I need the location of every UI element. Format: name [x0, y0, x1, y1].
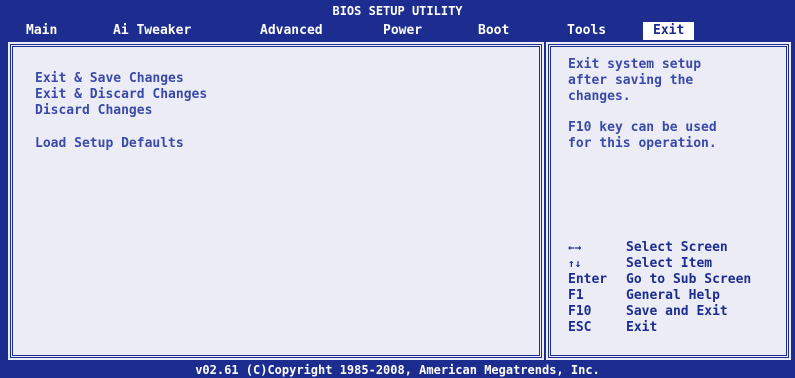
discard-changes-item[interactable]: Discard Changes — [35, 103, 207, 119]
tab-advanced[interactable]: Advanced — [260, 22, 323, 40]
top-bar: BIOS SETUP UTILITY Main Ai Tweaker Advan… — [0, 0, 795, 40]
key-name: ESC — [568, 320, 592, 335]
key-row-esc: ESC Exit — [568, 320, 751, 336]
key-name: F1 — [568, 288, 584, 303]
key-desc: Select Screen — [626, 240, 728, 255]
key-legend: ←→ Select Screen ↑↓ Select Item Enter Go to… — [568, 240, 751, 336]
bios-screen: BIOS SETUP UTILITY Main Ai Tweaker Advan… — [0, 0, 795, 378]
up-down-arrows-icon: ↑↓ — [568, 257, 582, 270]
tab-ai-tweaker[interactable]: Ai Tweaker — [113, 22, 191, 40]
tab-main[interactable]: Main — [26, 22, 57, 40]
key-desc: Save and Exit — [626, 304, 728, 319]
key-desc: Go to Sub Screen — [626, 272, 752, 287]
key-row-select-item: ↑↓ Select Item — [568, 256, 751, 272]
tab-boot[interactable]: Boot — [478, 22, 509, 40]
help-note: F10 key can be used for this operation. — [568, 120, 717, 151]
key-name: F10 — [568, 304, 592, 319]
help-description: Exit system setup after saving the chang… — [568, 57, 702, 104]
key-row-f1: F1 General Help — [568, 288, 751, 304]
key-row-enter: Enter Go to Sub Screen — [568, 272, 751, 288]
exit-discard-changes-item[interactable]: Exit & Discard Changes — [35, 87, 207, 103]
menu-spacer — [35, 119, 207, 136]
key-desc: Select Item — [626, 256, 713, 271]
utility-title: BIOS SETUP UTILITY — [332, 4, 463, 18]
key-name: Enter — [568, 272, 608, 287]
exit-save-changes-item[interactable]: Exit & Save Changes — [35, 71, 207, 87]
load-setup-defaults-item[interactable]: Load Setup Defaults — [35, 136, 207, 152]
key-desc: Exit — [626, 320, 658, 335]
key-row-select-screen: ←→ Select Screen — [568, 240, 751, 256]
key-row-f10: F10 Save and Exit — [568, 304, 751, 320]
key-desc: General Help — [626, 288, 720, 303]
copyright-footer: v02.61 (C)Copyright 1985-2008, American … — [0, 362, 795, 378]
left-right-arrows-icon: ←→ — [568, 241, 582, 254]
help-panel: Exit system setup after saving the chang… — [546, 42, 791, 360]
menu-panel: Exit & Save Changes Exit & Discard Chang… — [8, 42, 544, 360]
tab-exit[interactable]: Exit — [643, 22, 695, 40]
exit-menu: Exit & Save Changes Exit & Discard Chang… — [35, 71, 207, 152]
tab-tools[interactable]: Tools — [567, 22, 606, 40]
tab-power[interactable]: Power — [383, 22, 422, 40]
